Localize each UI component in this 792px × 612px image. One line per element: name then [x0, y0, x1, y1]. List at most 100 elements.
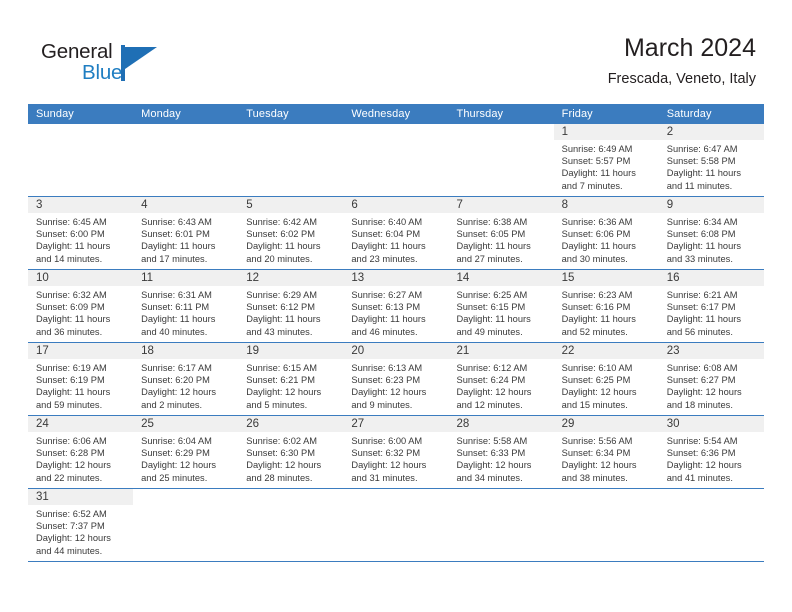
daylight-text-line2: and 52 minutes. — [561, 326, 628, 337]
day-number-band: 31 — [28, 489, 134, 505]
day-number-band: 5 — [238, 197, 344, 213]
calendar-day-cell-empty — [238, 489, 344, 561]
day-sun-info: Sunrise: 6:02 AM Sunset: 6:30 PM Daylight:… — [238, 432, 343, 488]
sunrise-text: Sunrise: 6:12 AM — [456, 363, 528, 373]
calendar-day-cell[interactable]: 26 Sunrise: 6:02 AM Sunset: 6:30 PM Dayligh… — [238, 416, 344, 488]
sunset-text: Sunset: 6:25 PM — [561, 375, 631, 386]
day-number-band: 24 — [28, 416, 134, 432]
calendar-day-cell[interactable]: 8 Sunrise: 6:36 AM Sunset: 6:06 PM Daylight… — [553, 197, 659, 269]
calendar-day-cell[interactable]: 9 Sunrise: 6:34 AM Sunset: 6:08 PM Daylight… — [658, 197, 764, 269]
day-sun-info: Sunrise: 6:40 AM Sunset: 6:04 PM Daylight:… — [343, 213, 448, 269]
calendar-day-cell[interactable]: 29 Sunrise: 5:56 AM Sunset: 6:34 PM Dayligh… — [553, 416, 659, 488]
daylight-text-line2: and 25 minutes. — [141, 472, 208, 483]
calendar-day-cell[interactable]: 20 Sunrise: 6:13 AM Sunset: 6:23 PM Dayligh… — [343, 343, 449, 415]
calendar-day-cell[interactable]: 25 Sunrise: 6:04 AM Sunset: 6:29 PM Dayligh… — [133, 416, 239, 488]
calendar-day-cell[interactable]: 24 Sunrise: 6:06 AM Sunset: 6:28 PM Dayligh… — [28, 416, 134, 488]
sunset-text: Sunset: 6:13 PM — [351, 302, 421, 313]
day-sun-info — [449, 505, 554, 512]
daylight-text-line2: and 9 minutes. — [351, 399, 413, 410]
calendar-day-cell[interactable]: 1 Sunrise: 6:49 AM Sunset: 5:57 PM Daylight… — [553, 124, 659, 196]
sunset-text: Sunset: 7:37 PM — [36, 521, 105, 532]
calendar-day-cell[interactable]: 30 Sunrise: 5:54 AM Sunset: 6:36 PM Dayligh… — [658, 416, 764, 488]
weekday-header-wednesday: Wednesday — [351, 108, 411, 120]
calendar-day-cell[interactable]: 6 Sunrise: 6:40 AM Sunset: 6:04 PM Daylight… — [343, 197, 449, 269]
calendar-day-cell[interactable]: 5 Sunrise: 6:42 AM Sunset: 6:02 PM Daylight… — [238, 197, 344, 269]
day-number: 26 — [246, 418, 260, 430]
calendar-day-cell[interactable]: 31 Sunrise: 6:52 AM Sunset: 7:37 PM Dayligh… — [28, 489, 134, 561]
daylight-text-line1: Daylight: 11 hours — [36, 314, 111, 325]
day-sun-info: Sunrise: 6:32 AM Sunset: 6:09 PM Daylight:… — [28, 286, 133, 342]
calendar-day-cell[interactable]: 18 Sunrise: 6:17 AM Sunset: 6:20 PM Dayligh… — [133, 343, 239, 415]
calendar-day-cell[interactable]: 13 Sunrise: 6:27 AM Sunset: 6:13 PM Dayligh… — [343, 270, 449, 342]
sunrise-text: Sunrise: 6:13 AM — [351, 363, 423, 373]
day-number: 30 — [666, 418, 680, 430]
day-number-band: 21 — [448, 343, 554, 359]
sunrise-text: Sunrise: 6:04 AM — [141, 436, 212, 446]
day-sun-info — [343, 505, 448, 512]
calendar-page: General Blue March 2024 Frescada, Veneto… — [0, 0, 792, 612]
calendar-day-cell[interactable]: 10 Sunrise: 6:32 AM Sunset: 6:09 PM Dayligh… — [28, 270, 134, 342]
day-number-band: 8 — [553, 197, 659, 213]
day-sun-info: Sunrise: 6:25 AM Sunset: 6:15 PM Daylight:… — [449, 286, 554, 342]
calendar-day-cell[interactable]: 16 Sunrise: 6:21 AM Sunset: 6:17 PM Dayligh… — [658, 270, 764, 342]
day-sun-info: Sunrise: 6:12 AM Sunset: 6:24 PM Daylight:… — [449, 359, 554, 415]
calendar-day-cell[interactable]: 4 Sunrise: 6:43 AM Sunset: 6:01 PM Daylight… — [133, 197, 239, 269]
day-number-band: 10 — [28, 270, 134, 286]
day-number-band — [28, 124, 133, 140]
calendar-day-cell[interactable]: 11 Sunrise: 6:31 AM Sunset: 6:11 PM Dayligh… — [133, 270, 239, 342]
weekday-header-saturday: Saturday — [666, 108, 712, 120]
calendar-day-cell[interactable]: 2 Sunrise: 6:47 AM Sunset: 5:58 PM Daylight… — [658, 124, 764, 196]
day-sun-info: Sunrise: 6:08 AM Sunset: 6:27 PM Daylight:… — [659, 359, 764, 415]
day-number-band: 22 — [553, 343, 659, 359]
sunset-text: Sunset: 6:21 PM — [246, 375, 315, 386]
daylight-text-line1: Daylight: 12 hours — [246, 387, 322, 398]
brand-logo[interactable]: General Blue — [41, 40, 171, 88]
calendar-day-cell[interactable]: 3 Sunrise: 6:45 AM Sunset: 6:00 PM Daylight… — [28, 197, 134, 269]
calendar-day-cell[interactable]: 23 Sunrise: 6:08 AM Sunset: 6:27 PM Dayligh… — [658, 343, 764, 415]
day-sun-info: Sunrise: 5:58 AM Sunset: 6:33 PM Daylight:… — [449, 432, 554, 488]
day-sun-info — [28, 140, 133, 147]
daylight-text-line2: and 44 minutes. — [36, 545, 103, 556]
daylight-text-line1: Daylight: 11 hours — [561, 168, 636, 179]
day-number-band: 25 — [133, 416, 239, 432]
calendar-day-cell[interactable]: 21 Sunrise: 6:12 AM Sunset: 6:24 PM Dayligh… — [448, 343, 554, 415]
daylight-text-line2: and 23 minutes. — [351, 253, 418, 264]
day-number: 20 — [351, 345, 365, 357]
calendar-day-cell[interactable]: 15 Sunrise: 6:23 AM Sunset: 6:16 PM Dayligh… — [553, 270, 659, 342]
day-number-band: 4 — [133, 197, 239, 213]
calendar-day-cell[interactable]: 17 Sunrise: 6:19 AM Sunset: 6:19 PM Dayligh… — [28, 343, 134, 415]
daylight-text-line2: and 30 minutes. — [561, 253, 628, 264]
day-number: 29 — [561, 418, 575, 430]
day-number: 10 — [36, 272, 49, 284]
sunrise-text: Sunrise: 6:49 AM — [561, 144, 633, 154]
day-sun-info: Sunrise: 6:31 AM Sunset: 6:11 PM Daylight:… — [133, 286, 238, 342]
day-number-band: 29 — [553, 416, 659, 432]
daylight-text-line2: and 33 minutes. — [666, 253, 733, 264]
daylight-text-line2: and 46 minutes. — [351, 326, 418, 337]
sunset-text: Sunset: 6:36 PM — [666, 448, 736, 459]
day-number: 12 — [246, 272, 260, 284]
day-number: 4 — [141, 199, 148, 211]
day-number: 16 — [666, 272, 680, 284]
calendar-day-cell[interactable]: 14 Sunrise: 6:25 AM Sunset: 6:15 PM Dayligh… — [448, 270, 554, 342]
day-sun-info — [133, 140, 238, 147]
calendar-day-cell-empty — [28, 124, 134, 196]
daylight-text-line1: Daylight: 11 hours — [351, 314, 426, 325]
daylight-text-line2: and 34 minutes. — [456, 472, 523, 483]
sunrise-text: Sunrise: 6:43 AM — [141, 217, 212, 227]
calendar-day-cell[interactable]: 12 Sunrise: 6:29 AM Sunset: 6:12 PM Dayligh… — [238, 270, 344, 342]
day-number: 7 — [456, 199, 463, 211]
calendar-day-cell-empty — [658, 489, 764, 561]
day-sun-info: Sunrise: 6:29 AM Sunset: 6:12 PM Daylight:… — [238, 286, 343, 342]
day-number-band: 7 — [448, 197, 554, 213]
daylight-text-line1: Daylight: 11 hours — [456, 241, 531, 252]
calendar-day-cell[interactable]: 7 Sunrise: 6:38 AM Sunset: 6:05 PM Daylight… — [448, 197, 554, 269]
calendar-day-cell[interactable]: 27 Sunrise: 6:00 AM Sunset: 6:32 PM Dayligh… — [343, 416, 449, 488]
calendar-day-cell[interactable]: 19 Sunrise: 6:15 AM Sunset: 6:21 PM Dayligh… — [238, 343, 344, 415]
calendar-day-cell[interactable]: 22 Sunrise: 6:10 AM Sunset: 6:25 PM Dayligh… — [553, 343, 659, 415]
sunrise-text: Sunrise: 6:06 AM — [36, 436, 107, 446]
sunrise-text: Sunrise: 6:29 AM — [246, 290, 318, 300]
calendar-day-cell[interactable]: 28 Sunrise: 5:58 AM Sunset: 6:33 PM Dayligh… — [448, 416, 554, 488]
sunrise-text: Sunrise: 6:25 AM — [456, 290, 528, 300]
sunrise-text: Sunrise: 6:00 AM — [351, 436, 423, 446]
